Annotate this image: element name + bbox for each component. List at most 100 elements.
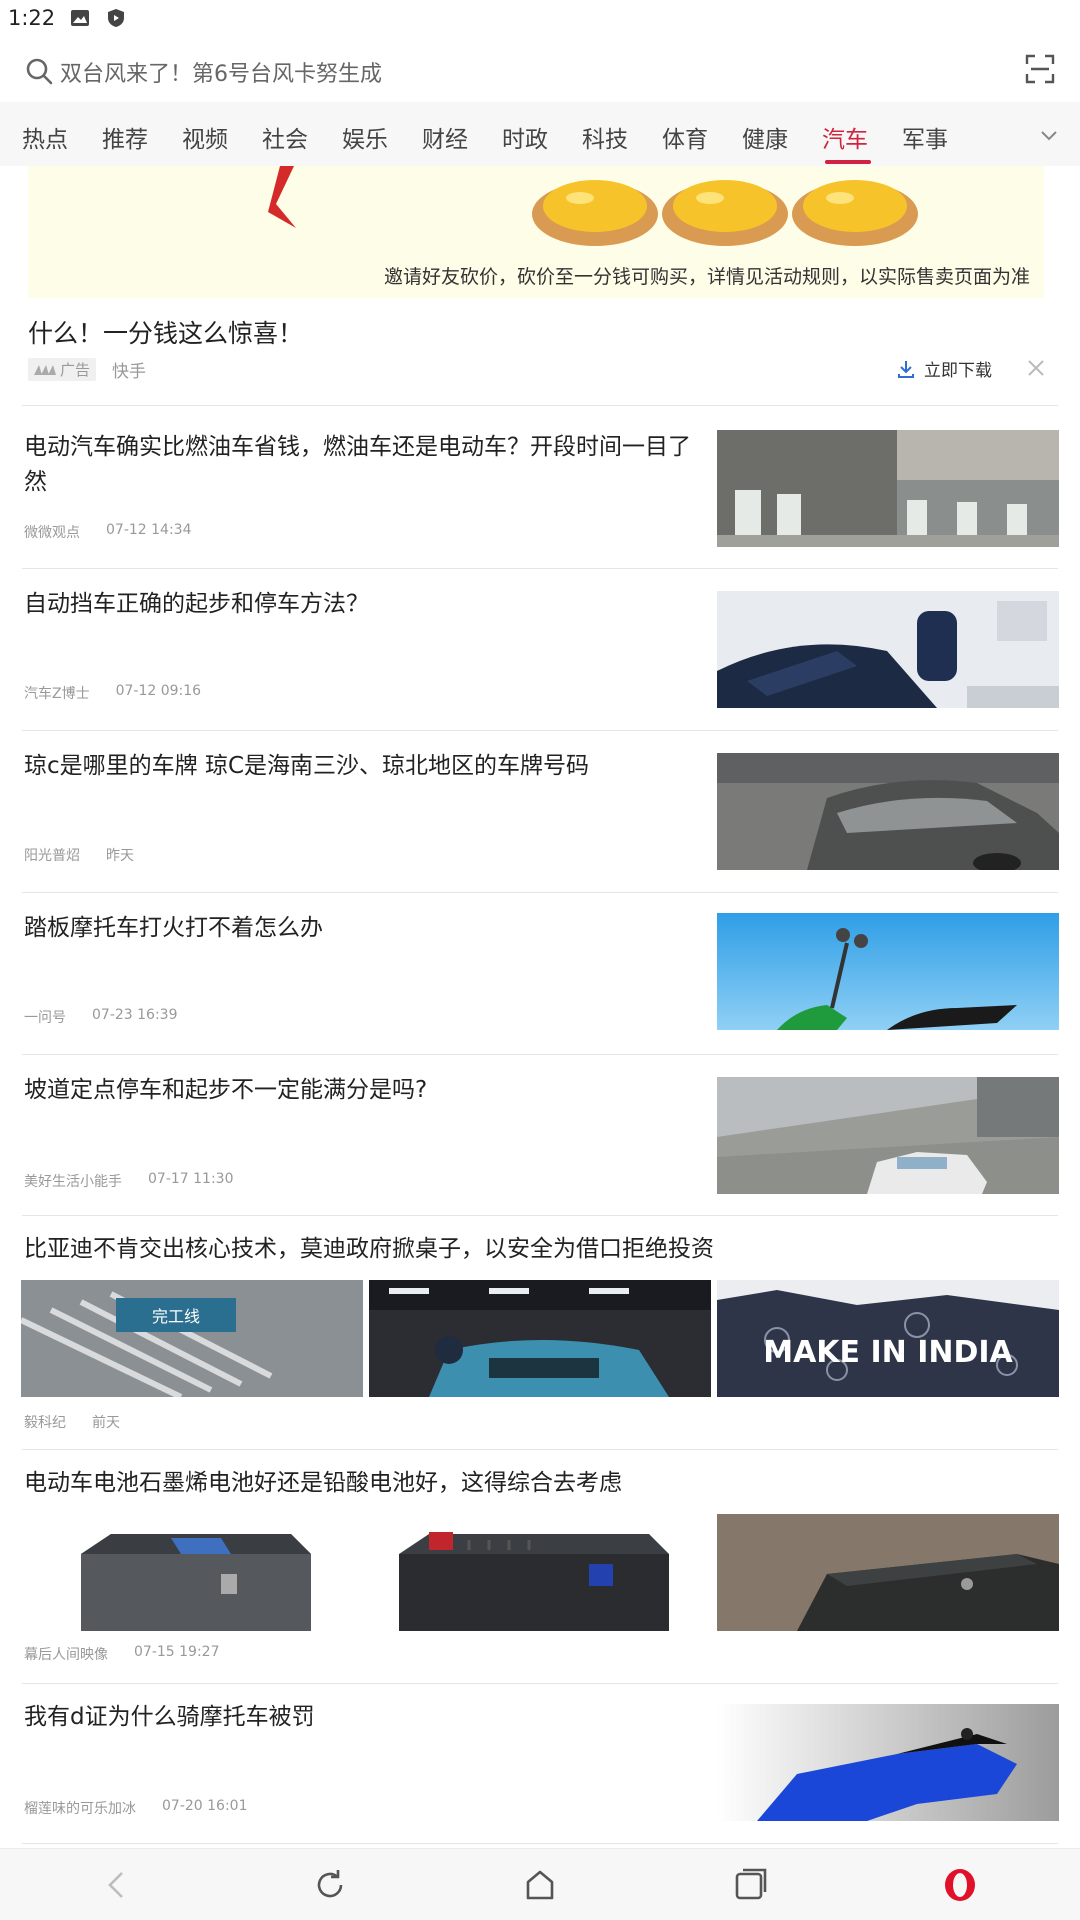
news-meta: 汽车Z博士 07-12 09:16: [24, 683, 201, 703]
news-thumbnail[interactable]: MAKE IN INDIA: [717, 1280, 1059, 1397]
back-icon[interactable]: [98, 1865, 138, 1905]
news-thumbnail[interactable]: [717, 753, 1059, 870]
list-item[interactable]: 电动车电池石墨烯电池好还是铅酸电池好，这得综合去考虑 幕后人间映像 07-15 …: [0, 1450, 1080, 1684]
image-text-label: MAKE IN INDIA: [763, 1335, 1013, 1370]
list-item[interactable]: 比亚迪不肯交出核心技术，莫迪政府掀桌子，以安全为借口拒绝投资 完工线 MAKE …: [0, 1216, 1080, 1450]
news-time: 前天: [92, 1415, 120, 1431]
chevron-down-icon[interactable]: [1038, 124, 1060, 146]
lightning-bolt-graphic: [268, 166, 296, 228]
tab-politics[interactable]: 时政: [502, 120, 548, 154]
news-thumbnail[interactable]: [369, 1514, 711, 1631]
news-meta: 一问号 07-23 16:39: [24, 1007, 177, 1027]
shield-icon: [105, 7, 127, 29]
news-title[interactable]: 琼c是哪里的车牌 琼C是海南三沙、琼北地区的车牌号码: [24, 749, 704, 784]
news-source: 美好生活小能手: [24, 1174, 122, 1190]
list-item[interactable]: 踏板摩托车打火打不着怎么办 一问号 07-23 16:39: [0, 893, 1080, 1054]
news-time: 07-23 16:39: [92, 1007, 178, 1023]
ad-caption: 邀请好友砍价，砍价至一分钱可购买，详情见活动规则，以实际售卖页面为准: [383, 266, 1030, 288]
ad-source: 快手: [112, 361, 147, 382]
news-source: 一问号: [24, 1010, 66, 1026]
ad-meta: 广告 快手: [28, 356, 146, 382]
news-title[interactable]: 坡道定点停车和起步不一定能满分是吗?: [24, 1073, 704, 1108]
egg-tart-graphic: [792, 180, 918, 246]
news-meta: 微微观点 07-12 14:34: [24, 522, 191, 542]
download-icon: [898, 360, 914, 378]
news-thumbnail[interactable]: [717, 430, 1059, 547]
news-title[interactable]: 我有d证为什么骑摩托车被罚: [24, 1700, 704, 1735]
list-item[interactable]: 琼c是哪里的车牌 琼C是海南三沙、琼北地区的车牌号码 阳光普炤 昨天: [0, 731, 1080, 892]
news-source: 榴莲味的可乐加冰: [24, 1801, 136, 1817]
news-title[interactable]: 电动汽车确实比燃油车省钱，燃油车还是电动车？开段时间一目了然: [24, 430, 704, 500]
news-thumbnail[interactable]: 完工线: [21, 1280, 363, 1397]
tab-finance[interactable]: 财经: [422, 120, 468, 154]
tab-entertainment[interactable]: 娱乐: [342, 120, 388, 154]
news-time: 07-20 16:01: [162, 1798, 248, 1814]
news-thumbnail[interactable]: [717, 913, 1059, 1030]
news-meta: 榴莲味的可乐加冰 07-20 16:01: [24, 1798, 247, 1818]
search-bar[interactable]: 双台风来了！第6号台风卡努生成: [0, 40, 1080, 102]
category-tabs: 热点 推荐 视频 社会 娱乐 财经 时政 科技 体育 健康 汽车 军事: [0, 102, 1080, 166]
news-source: 微微观点: [24, 525, 80, 541]
news-meta: 幕后人间映像 07-15 19:27: [24, 1644, 219, 1664]
egg-tart-graphic: [662, 180, 788, 246]
bottom-navigation: [0, 1848, 1080, 1920]
tab-hot[interactable]: 热点: [22, 120, 68, 154]
ad-banner-image[interactable]: 邀请好友砍价，砍价至一分钱可购买，详情见活动规则，以实际售卖页面为准: [28, 166, 1044, 298]
news-source: 阳光普炤: [24, 848, 80, 864]
news-time: 07-12 09:16: [115, 683, 202, 699]
ad-logo-icon: [34, 365, 56, 375]
download-label: 立即下载: [924, 361, 992, 381]
news-meta: 毅科纪 前天: [24, 1412, 120, 1432]
search-input[interactable]: 双台风来了！第6号台风卡努生成: [60, 56, 382, 88]
list-item[interactable]: 自动挡车正确的起步和停车方法？ 汽车Z博士 07-12 09:16: [0, 569, 1080, 730]
tab-society[interactable]: 社会: [262, 120, 308, 154]
news-meta: 阳光普炤 昨天: [24, 845, 134, 865]
tab-sports[interactable]: 体育: [662, 120, 708, 154]
news-time: 昨天: [106, 848, 134, 864]
news-source: 毅科纪: [24, 1415, 66, 1431]
news-thumbnail[interactable]: [21, 1514, 363, 1631]
news-time: 07-17 11:30: [148, 1171, 234, 1187]
ad-badge-label: 广告: [60, 360, 91, 379]
tab-recommend[interactable]: 推荐: [102, 120, 148, 154]
news-source: 汽车Z博士: [24, 686, 90, 702]
news-title[interactable]: 比亚迪不肯交出核心技术，莫迪政府掀桌子，以安全为借口拒绝投资: [24, 1232, 1064, 1267]
news-thumbnail[interactable]: [717, 1514, 1059, 1631]
tab-auto[interactable]: 汽车: [822, 120, 868, 154]
opera-icon[interactable]: [940, 1865, 980, 1905]
tab-active-indicator: [825, 160, 871, 164]
list-item[interactable]: 我有d证为什么骑摩托车被罚 榴莲味的可乐加冰 07-20 16:01: [0, 1684, 1080, 1844]
list-item[interactable]: 电动汽车确实比燃油车省钱，燃油车还是电动车？开段时间一目了然 微微观点 07-1…: [0, 406, 1080, 568]
tab-military[interactable]: 军事: [902, 120, 948, 154]
list-item[interactable]: 坡道定点停车和起步不一定能满分是吗? 美好生活小能手 07-17 11:30: [0, 1055, 1080, 1215]
news-title[interactable]: 自动挡车正确的起步和停车方法？: [24, 587, 704, 622]
refresh-icon[interactable]: [310, 1865, 350, 1905]
egg-tart-graphic: [532, 180, 658, 246]
ad-title[interactable]: 什么！一分钱这么惊喜！: [28, 314, 303, 350]
news-time: 07-12 14:34: [106, 522, 192, 538]
download-button[interactable]: 立即下载: [896, 356, 992, 381]
home-icon[interactable]: [520, 1865, 560, 1905]
news-source: 幕后人间映像: [24, 1647, 108, 1663]
news-thumbnail[interactable]: [717, 591, 1059, 708]
close-icon[interactable]: [1026, 358, 1046, 378]
image-text-label: 完工线: [152, 1307, 200, 1326]
tabs-icon[interactable]: [730, 1865, 770, 1905]
search-icon: [24, 56, 54, 86]
image-icon: [69, 7, 91, 29]
scan-icon[interactable]: [1025, 54, 1055, 84]
divider: [22, 1843, 1058, 1844]
tab-health[interactable]: 健康: [742, 120, 788, 154]
tab-video[interactable]: 视频: [182, 120, 228, 154]
ad-badge: 广告: [28, 357, 97, 381]
news-thumbnail[interactable]: [717, 1077, 1059, 1194]
tab-tech[interactable]: 科技: [582, 120, 628, 154]
news-title[interactable]: 踏板摩托车打火打不着怎么办: [24, 911, 704, 946]
news-thumbnail[interactable]: [717, 1704, 1059, 1821]
news-thumbnail[interactable]: [369, 1280, 711, 1397]
news-meta: 美好生活小能手 07-17 11:30: [24, 1171, 233, 1191]
news-title[interactable]: 电动车电池石墨烯电池好还是铅酸电池好，这得综合去考虑: [24, 1466, 1064, 1501]
status-time: 1:22: [8, 6, 56, 30]
news-time: 07-15 19:27: [134, 1644, 220, 1660]
status-bar: 1:22: [0, 0, 1080, 36]
